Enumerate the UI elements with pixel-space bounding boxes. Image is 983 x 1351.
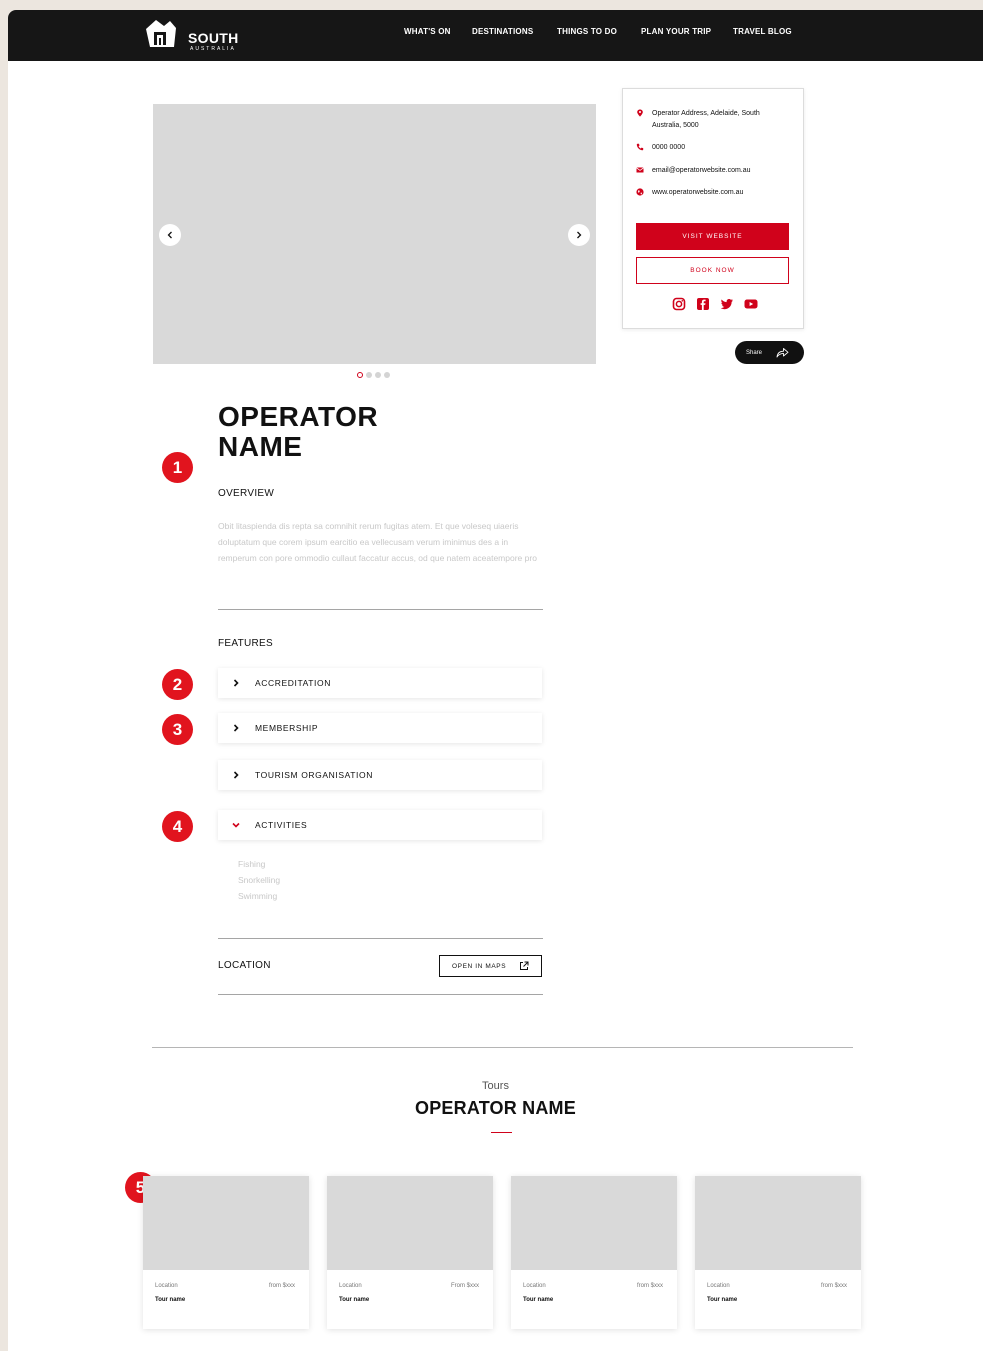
nav-travel-blog[interactable]: TRAVEL BLOG: [733, 27, 792, 36]
social-links: [672, 297, 758, 311]
open-in-maps-button[interactable]: OPEN IN MAPS: [439, 955, 542, 977]
tour-location: Location: [155, 1283, 178, 1289]
tour-card[interactable]: Location from $xxx Tour name: [143, 1176, 309, 1329]
tours-title: OPERATOR NAME: [415, 1098, 576, 1118]
chevron-right-icon: [233, 771, 239, 779]
accordion-membership[interactable]: MEMBERSHIP: [218, 713, 542, 743]
annotation-badge: 3: [162, 714, 193, 745]
logo-text: SOUTH: [188, 30, 239, 46]
activities-list: Fishing Snorkelling Swimming: [238, 856, 280, 904]
accordion-label: TOURISM ORGANISATION: [255, 770, 373, 780]
tour-name: Tour name: [523, 1297, 554, 1303]
instagram-icon[interactable]: [672, 297, 686, 311]
phone-icon: [636, 143, 644, 151]
tour-name: Tour name: [155, 1297, 186, 1303]
gallery-dots: [357, 372, 390, 378]
title-underline: [491, 1132, 512, 1133]
gallery-dot[interactable]: [375, 372, 381, 378]
facebook-icon[interactable]: [696, 297, 710, 311]
contact-phone[interactable]: 0000 0000: [636, 142, 787, 154]
chevron-left-icon: [167, 231, 172, 239]
contact-address: Operator Address, Adelaide, South Austra…: [636, 108, 787, 132]
south-australia-logo[interactable]: SOUTH AUSTRALIA: [144, 19, 244, 52]
accordion-accreditation[interactable]: ACCREDITATION: [218, 668, 542, 698]
share-arrow-icon: [776, 348, 789, 358]
external-link-icon: [520, 961, 529, 970]
tour-name: Tour name: [339, 1297, 370, 1303]
tour-image: [511, 1176, 677, 1270]
gallery-dot[interactable]: [357, 372, 363, 378]
contact-website[interactable]: www.operatorwebsite.com.au: [636, 187, 787, 199]
section-divider: [218, 938, 543, 939]
tour-price: From $xxx: [450, 1283, 479, 1289]
annotation-badge: 1: [162, 452, 193, 483]
tour-location: Location: [523, 1283, 546, 1289]
overview-heading: OVERVIEW: [218, 488, 275, 499]
nav-things-to-do[interactable]: THINGS TO DO: [557, 27, 617, 36]
location-heading: LOCATION: [218, 960, 271, 971]
tour-image: [695, 1176, 861, 1270]
twitter-icon[interactable]: [720, 297, 734, 311]
top-navbar: SOUTH AUSTRALIA WHAT'S ON DESTINATIONS T…: [8, 10, 983, 61]
accordion-tourism-organisation[interactable]: TOURISM ORGANISATION: [218, 760, 542, 790]
annotation-badge: 2: [162, 669, 193, 700]
gallery-prev-button[interactable]: [159, 224, 181, 246]
accordion-label: MEMBERSHIP: [255, 723, 319, 733]
share-button[interactable]: Share: [735, 341, 804, 364]
gallery-next-button[interactable]: [568, 224, 590, 246]
tours-subtitle: Tours: [482, 1080, 509, 1092]
tour-price: from $xxx: [268, 1283, 295, 1289]
nav-destinations[interactable]: DESTINATIONS: [472, 27, 533, 36]
accordion-label: ACTIVITIES: [255, 820, 308, 830]
operator-name: OPERATOR NAME: [218, 401, 379, 462]
logo-mark-icon: [146, 20, 176, 47]
tour-location: Location: [707, 1283, 730, 1289]
accordion-label: ACCREDITATION: [255, 678, 331, 688]
gallery-dot[interactable]: [384, 372, 390, 378]
tour-image: [327, 1176, 493, 1270]
tour-location: Location: [339, 1283, 362, 1289]
phone-text: 0000 0000: [652, 144, 686, 151]
gallery-dot[interactable]: [366, 372, 372, 378]
tour-card[interactable]: Location from $xxx Tour name: [695, 1176, 861, 1329]
accordion-activities[interactable]: ACTIVITIES: [218, 810, 542, 840]
contact-card: Operator Address, Adelaide, South Austra…: [622, 88, 804, 329]
overview-text: Obit litaspienda dis repta sa comnihit r…: [218, 521, 537, 563]
page-frame: SOUTH AUSTRALIA WHAT'S ON DESTINATIONS T…: [8, 10, 983, 1351]
share-label: Share: [746, 349, 763, 356]
address-text: Operator Address, Adelaide, South Austra…: [652, 110, 760, 129]
annotation-badge: 4: [162, 811, 193, 842]
tour-price: from $xxx: [820, 1283, 847, 1289]
open-in-maps-label: OPEN IN MAPS: [452, 962, 507, 970]
visit-website-button[interactable]: VISIT WEBSITE: [636, 223, 789, 250]
tour-card[interactable]: Location From $xxx Tour name: [327, 1176, 493, 1329]
website-text: www.operatorwebsite.com.au: [652, 189, 744, 196]
nav-whats-on[interactable]: WHAT'S ON: [404, 27, 451, 36]
globe-icon: [636, 188, 644, 196]
chevron-right-icon: [577, 231, 582, 239]
activity-item: Fishing: [238, 859, 266, 869]
tour-name: Tour name: [707, 1297, 738, 1303]
section-divider: [218, 609, 543, 610]
activity-item: Swimming: [238, 891, 278, 901]
tour-card[interactable]: Location from $xxx Tour name: [511, 1176, 677, 1329]
chevron-right-icon: [233, 724, 239, 732]
logo-subtext: AUSTRALIA: [190, 46, 236, 52]
youtube-icon[interactable]: [744, 297, 758, 311]
contact-email[interactable]: email@operatorwebsite.com.au: [636, 165, 787, 177]
map-pin-icon: [637, 109, 643, 117]
activity-item: Snorkelling: [238, 875, 281, 885]
page-divider: [152, 1047, 853, 1048]
features-heading: FEATURES: [218, 638, 273, 649]
chevron-right-icon: [233, 679, 239, 687]
book-now-button[interactable]: BOOK NOW: [636, 257, 789, 284]
envelope-icon: [636, 167, 644, 173]
chevron-down-icon: [232, 822, 240, 828]
nav-plan-your-trip[interactable]: PLAN YOUR TRIP: [641, 27, 711, 36]
tour-price: from $xxx: [636, 1283, 663, 1289]
section-divider: [218, 994, 543, 995]
email-text: email@operatorwebsite.com.au: [652, 167, 751, 174]
tour-image: [143, 1176, 309, 1270]
image-gallery: [153, 104, 596, 364]
